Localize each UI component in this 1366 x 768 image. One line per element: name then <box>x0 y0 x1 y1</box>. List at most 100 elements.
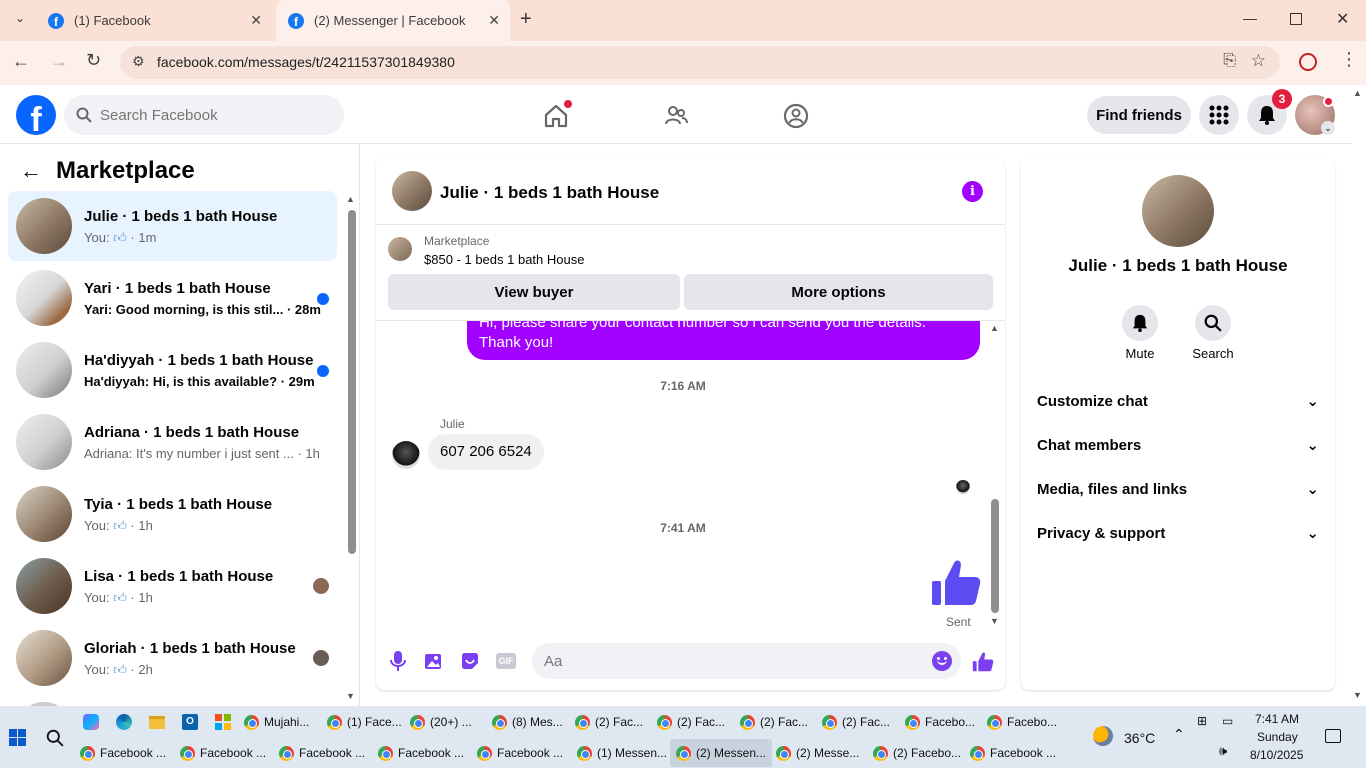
media-files-links-section[interactable]: Media, files and links ⌄ <box>1037 471 1319 507</box>
taskbar-window[interactable]: Facebook ... <box>80 739 166 767</box>
sender-avatar[interactable] <box>392 441 420 469</box>
back-arrow-icon[interactable]: ← <box>20 158 42 184</box>
restore-button[interactable] <box>1290 13 1302 25</box>
taskbar-window[interactable]: (2) Fac... <box>822 708 890 736</box>
notifications-button[interactable]: 3 <box>1247 89 1292 135</box>
privacy-support-section[interactable]: Privacy & support ⌄ <box>1037 515 1319 551</box>
close-tab-icon[interactable]: ✕ <box>488 12 500 29</box>
chat-scrollbar-thumb[interactable] <box>991 499 999 613</box>
reload-button[interactable]: ↻ <box>86 50 101 71</box>
taskbar-window[interactable]: Facebook ... <box>477 739 563 767</box>
copilot-icon[interactable] <box>83 714 99 730</box>
conversation-item[interactable]: Tyia · 1 beds 1 bath House You: 👍︎ · 1h <box>8 479 337 549</box>
clock-time[interactable]: 7:41 AM <box>1255 712 1299 726</box>
chat-title[interactable]: Julie · 1 beds 1 bath House <box>440 183 659 203</box>
back-button[interactable]: ← <box>12 51 30 72</box>
chat-avatar[interactable] <box>392 171 432 211</box>
tab-messenger[interactable]: f (2) Messenger | Facebook ✕ <box>276 0 510 41</box>
bookmark-star-icon[interactable]: ☆ <box>1251 51 1266 71</box>
store-icon[interactable] <box>215 714 231 730</box>
conversation-item[interactable] <box>8 695 337 706</box>
sent-like-icon[interactable] <box>930 557 982 609</box>
new-tab-button[interactable]: + <box>520 8 532 31</box>
emoji-icon[interactable] <box>932 651 952 671</box>
customize-chat-section[interactable]: Customize chat ⌄ <box>1037 383 1319 419</box>
chat-members-section[interactable]: Chat members ⌄ <box>1037 427 1319 463</box>
microphone-icon[interactable] <box>390 650 406 672</box>
edge-icon[interactable] <box>116 714 132 730</box>
conversation-item[interactable]: Gloriah · 1 beds 1 bath House You: 👍︎ · … <box>8 623 337 693</box>
outlook-icon[interactable]: O <box>182 714 198 730</box>
list-scroll-up[interactable]: ▲ <box>346 194 355 204</box>
taskbar-window[interactable]: (20+) ... <box>410 708 472 736</box>
chat-scroll-up[interactable]: ▲ <box>990 323 999 333</box>
account-avatar[interactable]: ⌄ <box>1295 95 1335 135</box>
browser-menu-icon[interactable]: ⋮ <box>1340 49 1358 70</box>
home-nav-button[interactable] <box>530 94 582 138</box>
conversation-item[interactable]: Lisa · 1 beds 1 bath House You: 👍︎ · 1h <box>8 551 337 621</box>
search-in-chat-button[interactable]: Search <box>1191 305 1235 361</box>
taskbar-window[interactable]: Facebo... <box>905 708 975 736</box>
list-scroll-down[interactable]: ▼ <box>346 691 355 701</box>
outgoing-message-bubble[interactable]: Hi, please share your contact number so … <box>467 321 980 360</box>
sticker-icon[interactable] <box>460 651 480 671</box>
weather-temperature[interactable]: 36°C <box>1124 730 1155 746</box>
more-options-button[interactable]: More options <box>684 274 993 310</box>
conversation-item[interactable]: Ha'diyyah · 1 beds 1 bath House Ha'diyya… <box>8 335 337 405</box>
taskbar-window[interactable]: (1) Face... <box>327 708 402 736</box>
close-tab-icon[interactable]: ✕ <box>250 12 262 29</box>
taskbar-window[interactable]: (2) Facebo... <box>873 739 961 767</box>
search-input[interactable] <box>100 95 330 135</box>
gif-icon[interactable]: GIF <box>496 653 516 669</box>
info-icon[interactable]: i <box>962 181 983 202</box>
search-icon[interactable] <box>46 729 64 747</box>
chat-scroll-down[interactable]: ▼ <box>990 616 999 626</box>
tab-search-dropdown[interactable]: ⌄ <box>10 11 30 31</box>
info-avatar[interactable] <box>1142 175 1214 247</box>
forward-button[interactable]: → <box>50 51 68 72</box>
start-button[interactable] <box>9 729 26 746</box>
taskbar-window[interactable]: (2) Fac... <box>740 708 808 736</box>
notification-center-icon[interactable] <box>1325 729 1341 743</box>
photo-icon[interactable] <box>424 651 444 671</box>
volume-icon[interactable]: 🕪︎ <box>1219 743 1227 759</box>
install-app-icon[interactable]: ⎘ <box>1223 52 1236 70</box>
incoming-message-bubble[interactable]: 607 206 6524 <box>428 434 544 470</box>
groups-nav-button[interactable] <box>770 94 822 138</box>
taskbar-window-active[interactable]: (2) Messen... <box>670 739 773 767</box>
taskbar-window[interactable]: (2) Fac... <box>575 708 643 736</box>
clock-day[interactable]: Sunday <box>1257 730 1298 744</box>
facebook-logo-icon[interactable]: f <box>16 95 56 135</box>
like-send-icon[interactable] <box>972 651 994 673</box>
page-scrollbar-up[interactable]: ▲ <box>1353 88 1362 98</box>
taskbar-window[interactable]: Facebook ... <box>378 739 464 767</box>
menu-button[interactable] <box>1199 95 1239 135</box>
taskbar-window[interactable]: (2) Fac... <box>657 708 725 736</box>
weather-icon[interactable] <box>1093 726 1113 746</box>
page-scrollbar-down[interactable]: ▼ <box>1353 690 1362 700</box>
taskbar-window[interactable]: Facebook ... <box>970 739 1056 767</box>
friends-nav-button[interactable] <box>650 94 702 138</box>
taskbar-window[interactable]: Mujahi... <box>244 708 309 736</box>
find-friends-button[interactable]: Find friends <box>1087 96 1191 134</box>
chevron-up-icon[interactable]: ⌃ <box>1173 726 1185 743</box>
site-info-icon[interactable]: ⚙ <box>132 53 145 70</box>
file-explorer-icon[interactable] <box>149 716 165 729</box>
display-icon[interactable]: ▭ <box>1222 714 1233 728</box>
minimize-button[interactable]: — <box>1243 10 1257 26</box>
clock-date[interactable]: 8/10/2025 <box>1250 748 1303 762</box>
conversation-item[interactable]: Adriana · 1 beds 1 bath House Adriana: I… <box>8 407 337 477</box>
listing-title[interactable]: $850 - 1 beds 1 bath House <box>424 252 584 267</box>
message-input[interactable] <box>544 643 914 679</box>
taskbar-window[interactable]: Facebook ... <box>279 739 365 767</box>
close-window-button[interactable]: ✕ <box>1336 9 1349 29</box>
message-composer[interactable] <box>532 643 961 679</box>
conversation-item[interactable]: Yari · 1 beds 1 bath House Yari: Good mo… <box>8 263 337 333</box>
search-box[interactable] <box>64 95 344 135</box>
list-scrollbar-thumb[interactable] <box>348 210 356 554</box>
taskbar-window[interactable]: Facebo... <box>987 708 1057 736</box>
taskbar-window[interactable]: (1) Messen... <box>577 739 667 767</box>
profile-icon[interactable] <box>1299 53 1317 71</box>
taskbar-window[interactable]: (2) Messe... <box>776 739 859 767</box>
taskbar-window[interactable]: (8) Mes... <box>492 708 563 736</box>
